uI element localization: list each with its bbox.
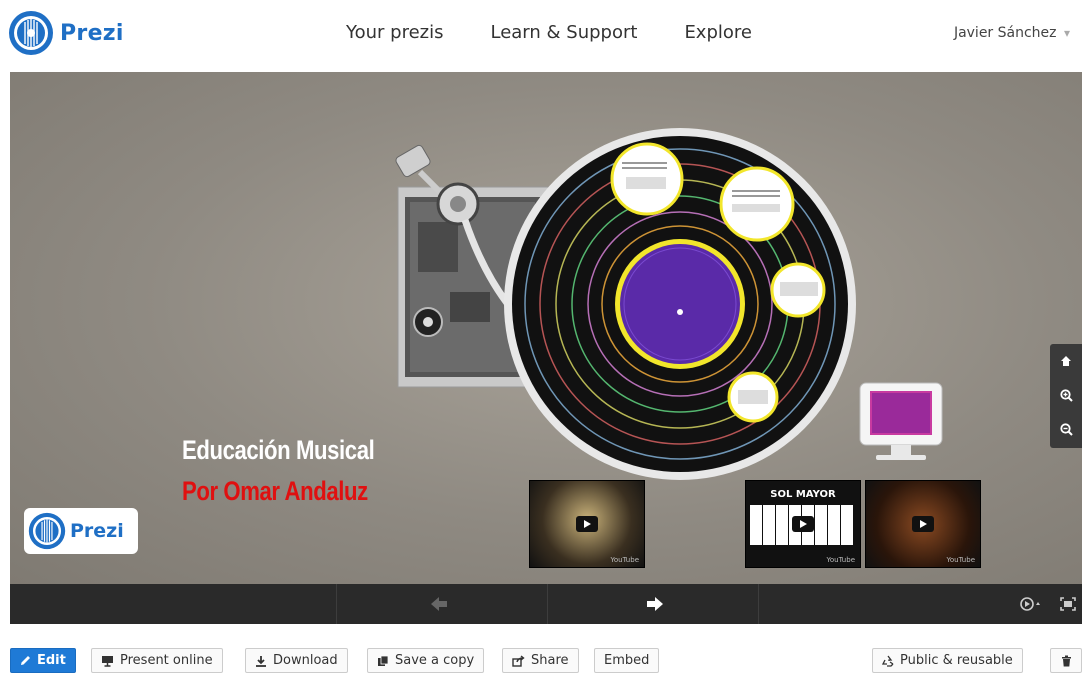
present-online-button[interactable]: Present online <box>91 648 223 673</box>
edit-button[interactable]: Edit <box>10 648 76 673</box>
fullscreen-button[interactable] <box>1058 594 1078 614</box>
presentation-title: Educación Musical <box>182 435 375 465</box>
video-caption: SOL MAYOR <box>770 489 836 500</box>
autoplay-button[interactable] <box>1018 594 1042 614</box>
embed-button[interactable]: Embed <box>594 648 660 673</box>
video-thumbnail-3[interactable]: YouTube <box>865 480 981 568</box>
logo-text: Prezi <box>60 20 124 46</box>
public-reusable-label: Public & reusable <box>900 653 1013 668</box>
arrow-left-icon <box>431 597 447 611</box>
top-navigation-bar: Prezi Your prezis Learn & Support Explor… <box>0 0 1082 68</box>
zoom-in-button[interactable] <box>1050 378 1082 412</box>
nav-learn-support[interactable]: Learn & Support <box>490 22 637 43</box>
zoom-controls <box>1050 344 1082 448</box>
zoom-in-icon <box>1059 388 1073 402</box>
pencil-icon <box>21 656 30 665</box>
home-icon <box>1061 356 1071 366</box>
divider <box>758 584 759 624</box>
home-button[interactable] <box>1050 344 1082 378</box>
trash-icon <box>1061 655 1071 666</box>
play-icon <box>792 516 814 532</box>
present-online-label: Present online <box>120 653 213 668</box>
prezi-badge-text: Prezi <box>70 520 124 542</box>
copy-icon <box>378 655 389 666</box>
prezi-badge: Prezi <box>24 508 138 554</box>
chevron-down-icon: ▾ <box>1063 26 1070 40</box>
main-nav: Your prezis Learn & Support Explore <box>346 22 799 43</box>
share-label: Share <box>531 653 569 668</box>
download-label: Download <box>273 653 338 668</box>
presentation-screen-icon <box>102 655 113 667</box>
play-icon <box>576 516 598 532</box>
autoplay-icon <box>1020 597 1040 611</box>
save-copy-button[interactable]: Save a copy <box>367 648 485 673</box>
youtube-logo: YouTube <box>610 556 639 564</box>
action-toolbar: Edit Present online Download Save a copy… <box>0 648 1082 673</box>
divider <box>336 584 337 624</box>
play-icon <box>912 516 934 532</box>
fullscreen-icon <box>1060 597 1076 611</box>
user-name: Javier Sánchez <box>953 25 1057 41</box>
prezi-logo-icon <box>9 11 53 55</box>
download-button[interactable]: Download <box>245 648 348 673</box>
presentation-canvas[interactable]: Educación Musical Por Omar Andaluz Prezi… <box>10 72 1082 584</box>
next-step-button[interactable] <box>644 594 666 614</box>
edit-label: Edit <box>37 653 66 668</box>
public-reusable-button[interactable]: Public & reusable <box>872 648 1023 673</box>
save-copy-label: Save a copy <box>395 653 475 668</box>
zoom-out-button[interactable] <box>1050 412 1082 446</box>
nav-explore[interactable]: Explore <box>684 22 752 43</box>
share-button[interactable]: Share <box>502 648 579 673</box>
recycle-icon <box>882 655 894 667</box>
presentation-nav-bar <box>10 584 1082 624</box>
prezi-badge-icon <box>28 512 66 550</box>
youtube-logo: YouTube <box>946 556 975 564</box>
delete-button[interactable] <box>1050 648 1082 673</box>
share-icon <box>512 654 525 667</box>
youtube-logo: YouTube <box>826 556 855 564</box>
arrow-right-icon <box>647 597 663 611</box>
nav-your-prezis[interactable]: Your prezis <box>346 22 443 43</box>
download-icon <box>256 655 266 667</box>
prezi-logo[interactable]: Prezi <box>8 10 124 56</box>
video-thumbnail-1[interactable]: YouTube <box>529 480 645 568</box>
embed-label: Embed <box>604 653 650 668</box>
video-thumbnail-2[interactable]: SOL MAYOR YouTube <box>745 480 861 568</box>
presentation-subtitle: Por Omar Andaluz <box>182 476 368 506</box>
user-menu[interactable]: Javier Sánchez ▾ <box>954 25 1070 41</box>
divider <box>547 584 548 624</box>
zoom-out-icon <box>1059 422 1073 436</box>
previous-step-button[interactable] <box>428 594 450 614</box>
